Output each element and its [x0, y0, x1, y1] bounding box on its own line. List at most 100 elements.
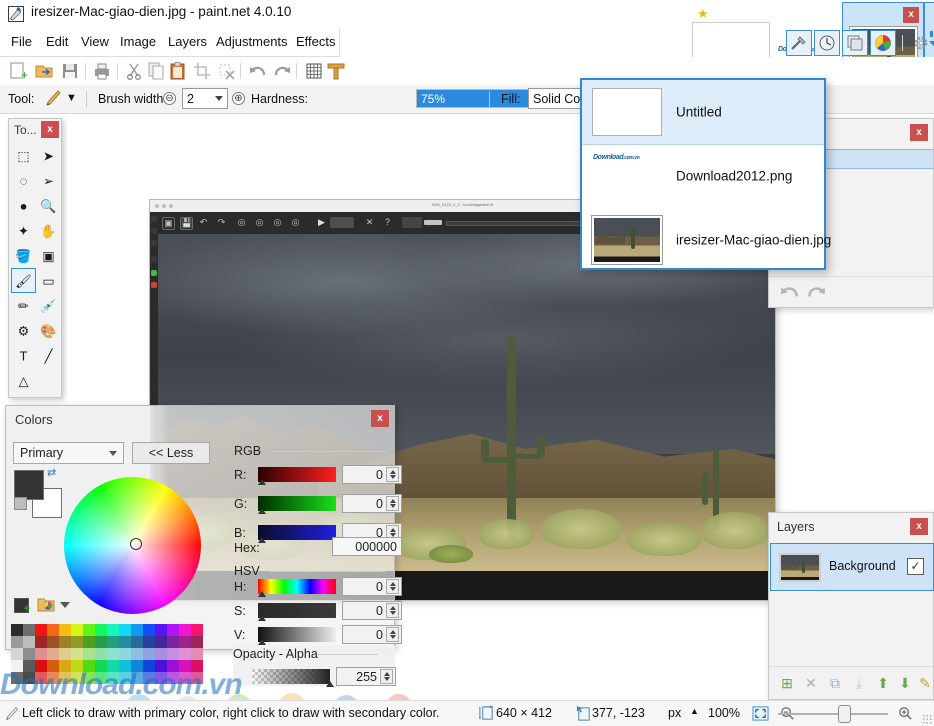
- palette-swatch[interactable]: [59, 660, 71, 672]
- brush-width-input[interactable]: 2: [182, 88, 228, 109]
- paintbrush-tool[interactable]: 🖌: [11, 268, 36, 293]
- swap-colors-icon[interactable]: ⇄: [47, 466, 56, 479]
- palette-swatch[interactable]: [71, 660, 83, 672]
- palette-swatch[interactable]: [179, 624, 191, 636]
- palette-swatch[interactable]: [143, 672, 155, 684]
- channel-value-gradient[interactable]: [258, 627, 336, 642]
- palette-swatch[interactable]: [71, 624, 83, 636]
- palette-swatch[interactable]: [83, 672, 95, 684]
- palette-swatch[interactable]: [191, 636, 203, 648]
- channel-saturation-spinner[interactable]: 0: [342, 601, 402, 620]
- palette-swatch[interactable]: [83, 636, 95, 648]
- copy-icon[interactable]: [146, 61, 166, 81]
- palette-swatch[interactable]: [95, 660, 107, 672]
- gradient-tool[interactable]: ▣: [36, 243, 61, 268]
- palette-swatch[interactable]: [131, 636, 143, 648]
- rectangle-select-tool[interactable]: ⬚: [11, 143, 36, 168]
- recolor-tool[interactable]: 🎨: [36, 318, 61, 343]
- tab-close-icon[interactable]: x: [903, 7, 919, 23]
- zoom-in-icon[interactable]: [898, 706, 913, 724]
- palette-swatch[interactable]: [143, 648, 155, 660]
- duplicate-layer-button[interactable]: ⧉: [825, 673, 845, 693]
- eraser-tool[interactable]: ▭: [36, 268, 61, 293]
- palette-swatch[interactable]: [59, 648, 71, 660]
- menu-item-adjustments[interactable]: Adjustments: [216, 34, 288, 49]
- palette-swatch[interactable]: [95, 624, 107, 636]
- history-undo-icon[interactable]: [779, 281, 801, 306]
- zoom-tool[interactable]: 🔍: [36, 193, 61, 218]
- delete-layer-button[interactable]: ✕: [801, 673, 821, 693]
- palette-swatch[interactable]: [47, 624, 59, 636]
- palette-swatch[interactable]: [23, 660, 35, 672]
- paste-icon[interactable]: [168, 61, 188, 81]
- channel-saturation-gradient[interactable]: [258, 603, 336, 618]
- channel-opacity-gradient[interactable]: [252, 669, 330, 684]
- history-panel-close-icon[interactable]: x: [910, 124, 928, 141]
- merge-layer-down-button[interactable]: ⤓: [849, 673, 869, 693]
- spinner-arrows-icon[interactable]: [386, 496, 399, 511]
- palette-swatch[interactable]: [107, 648, 119, 660]
- channel-blue-gradient[interactable]: [258, 525, 336, 540]
- palette-swatch[interactable]: [191, 624, 203, 636]
- palette-swatch[interactable]: [83, 624, 95, 636]
- palette-swatch[interactable]: [35, 648, 47, 660]
- spinner-arrows-icon[interactable]: [386, 603, 399, 618]
- colors-window-icon[interactable]: [870, 30, 896, 56]
- line-curve-tool[interactable]: ╱: [36, 343, 61, 368]
- palette-swatch[interactable]: [131, 624, 143, 636]
- spinner-arrows-icon[interactable]: [386, 627, 399, 642]
- layer-visibility-checkbox[interactable]: ✓: [907, 558, 924, 575]
- palette-swatch[interactable]: [119, 636, 131, 648]
- palette-swatch[interactable]: [167, 648, 179, 660]
- lasso-select-tool[interactable]: ◌: [11, 168, 36, 193]
- settings-icon[interactable]: [908, 30, 934, 56]
- redo-icon[interactable]: [272, 61, 292, 81]
- brush-width-decrement[interactable]: ⊖: [163, 92, 176, 105]
- palette-swatch[interactable]: [167, 636, 179, 648]
- palette-dropdown-caret[interactable]: [60, 602, 70, 608]
- image-list-item-untitled[interactable]: Untitled: [582, 80, 824, 145]
- palette-swatch[interactable]: [155, 672, 167, 684]
- palette-swatch[interactable]: [119, 672, 131, 684]
- palette-swatch[interactable]: [23, 672, 35, 684]
- pan-tool[interactable]: ✋: [36, 218, 61, 243]
- palette-swatch[interactable]: [143, 660, 155, 672]
- menu-item-view[interactable]: View: [81, 34, 109, 49]
- palette-swatch[interactable]: [191, 648, 203, 660]
- menu-item-edit[interactable]: Edit: [46, 34, 68, 49]
- layers-window-icon[interactable]: [842, 30, 868, 56]
- tools-palette-close-icon[interactable]: x: [41, 121, 59, 138]
- menu-item-file[interactable]: File: [11, 34, 32, 49]
- color-target-dropdown[interactable]: Primary: [13, 442, 124, 464]
- shapes-tool[interactable]: △: [11, 368, 36, 393]
- palette-swatch[interactable]: [47, 648, 59, 660]
- clone-stamp-tool[interactable]: ⚙: [11, 318, 36, 343]
- move-selected-tool[interactable]: ➤: [36, 143, 61, 168]
- palette-swatch[interactable]: [119, 624, 131, 636]
- spinner-arrows-icon[interactable]: [386, 579, 399, 594]
- palette-swatch[interactable]: [35, 624, 47, 636]
- palette-swatch[interactable]: [107, 624, 119, 636]
- channel-value-spinner[interactable]: 0: [342, 625, 402, 644]
- fit-to-window-icon[interactable]: [752, 705, 769, 725]
- palette-swatch[interactable]: [59, 636, 71, 648]
- palette-swatch[interactable]: [179, 636, 191, 648]
- palette-swatch[interactable]: [155, 636, 167, 648]
- add-layer-button[interactable]: ⊞: [777, 673, 797, 693]
- zoom-slider[interactable]: [778, 705, 888, 723]
- deselect-icon[interactable]: [216, 61, 236, 81]
- palette-swatch[interactable]: [47, 660, 59, 672]
- paintbrush-icon[interactable]: [44, 88, 64, 108]
- palette-swatch[interactable]: [119, 648, 131, 660]
- channel-hue-handle[interactable]: [258, 591, 266, 597]
- color-palette-grid[interactable]: [11, 624, 203, 686]
- palette-swatch[interactable]: [23, 624, 35, 636]
- channel-green-handle[interactable]: [258, 508, 266, 514]
- move-layer-down-button[interactable]: ⬇: [895, 673, 915, 693]
- channel-saturation-handle[interactable]: [258, 615, 266, 621]
- cut-icon[interactable]: [124, 61, 144, 81]
- channel-red-gradient[interactable]: [258, 467, 336, 482]
- menu-item-effects[interactable]: Effects: [296, 34, 336, 49]
- menu-item-layers[interactable]: Layers: [168, 34, 207, 49]
- primary-color-swatch[interactable]: [14, 470, 44, 500]
